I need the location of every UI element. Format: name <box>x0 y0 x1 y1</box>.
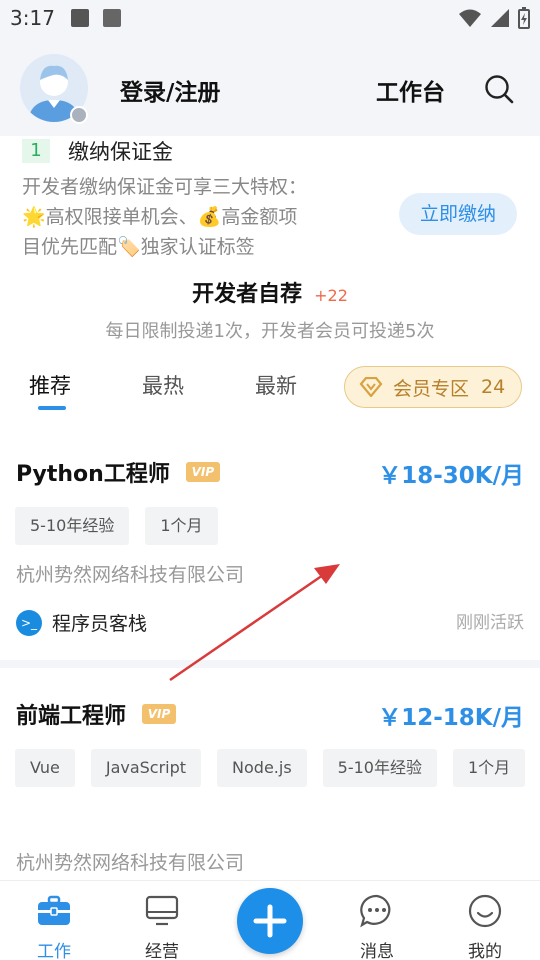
chat-icon <box>360 894 391 928</box>
battery-icon <box>518 7 530 29</box>
job-card[interactable]: 前端工程师 VIP ￥12-18K/月 Vue JavaScript Node.… <box>0 698 540 880</box>
recommend-title: 开发者自荐 <box>192 282 303 307</box>
job-title: 前端工程师 <box>16 704 127 729</box>
workbench-button[interactable]: 工作台 <box>376 73 445 107</box>
job-tags: Vue JavaScript Node.js 5-10年经验 1个月 <box>15 749 535 787</box>
nav-label: 工作 <box>37 942 71 960</box>
job-tag: JavaScript <box>90 749 202 787</box>
add-button[interactable] <box>237 888 303 954</box>
signal-icon <box>491 9 509 27</box>
active-tab-indicator <box>38 406 66 410</box>
nav-label: 经营 <box>145 942 179 960</box>
nav-business[interactable]: 经营 <box>122 881 202 960</box>
diamond-icon <box>359 377 383 397</box>
job-title-row: Python工程师 VIP <box>16 456 220 488</box>
job-tag: Vue <box>15 749 75 787</box>
tab-newest[interactable]: 最新 <box>255 370 297 400</box>
company-name: 杭州势然网络科技有限公司 <box>16 564 245 586</box>
job-tag: Node.js <box>217 749 307 787</box>
card-divider <box>0 660 540 668</box>
job-salary: ￥18-30K/月 <box>378 463 524 489</box>
deposit-desc-line: 🌟高权限接单机会、💰高金额项 <box>22 206 298 228</box>
top-header: 登录/注册 工作台 <box>0 36 540 136</box>
pay-now-button[interactable]: 立即缴纳 <box>399 193 517 235</box>
monitor-icon <box>145 895 179 926</box>
deposit-description: 开发者缴纳保证金可享三大特权： 🌟高权限接单机会、💰高金额项 目优先匹配🏷️独家… <box>22 172 342 262</box>
nav-mine[interactable]: 我的 <box>445 881 525 960</box>
deposit-desc-line: 开发者缴纳保证金可享三大特权： <box>22 176 308 198</box>
vip-zone-label: 会员专区 <box>393 377 470 400</box>
bottom-nav: 工作 经营 消息 我的 <box>0 880 540 960</box>
active-status: 刚刚活跃 <box>456 613 524 633</box>
recommend-count: +22 <box>314 286 348 305</box>
job-card[interactable]: Python工程师 VIP ￥18-30K/月 5-10年经验 1个月 杭州势然… <box>0 456 540 646</box>
job-title: Python工程师 <box>16 462 170 487</box>
app-notification-icon <box>102 9 121 27</box>
wifi-icon <box>459 9 481 27</box>
deposit-step: 1 缴纳保证金 <box>22 136 173 166</box>
job-tags: 5-10年经验 1个月 <box>15 507 535 545</box>
job-tag: 5-10年经验 <box>15 507 130 545</box>
job-tabs: 推荐 最热 最新 会员专区 24 <box>0 366 540 416</box>
job-salary: ￥12-18K/月 <box>378 705 524 731</box>
poster-info: >_ 程序员客栈 <box>16 609 147 636</box>
deposit-desc-line: 目优先匹配🏷️独家认证标签 <box>22 236 255 258</box>
poster-name: 程序员客栈 <box>52 613 148 635</box>
terminal-icon: >_ <box>16 609 42 636</box>
vip-badge: VIP <box>185 462 220 482</box>
company-name: 杭州势然网络科技有限公司 <box>16 852 245 874</box>
main-content[interactable]: 1 缴纳保证金 开发者缴纳保证金可享三大特权： 🌟高权限接单机会、💰高金额项 目… <box>0 136 540 880</box>
nav-work[interactable]: 工作 <box>14 881 94 960</box>
smile-icon <box>468 894 502 928</box>
vip-badge: VIP <box>142 704 177 724</box>
job-tag: 5-10年经验 <box>322 749 437 787</box>
status-time: 3:17 <box>10 6 55 30</box>
gallery-notification-icon <box>70 9 89 27</box>
vip-zone-count: 24 <box>481 376 506 398</box>
deposit-title: 缴纳保证金 <box>68 140 173 164</box>
nav-label: 消息 <box>360 942 394 960</box>
nav-messages[interactable]: 消息 <box>337 881 417 960</box>
tab-hottest[interactable]: 最热 <box>142 370 184 400</box>
status-bar: 3:17 <box>0 0 540 36</box>
recommend-heading: 开发者自荐 +22 <box>0 276 540 308</box>
search-icon[interactable] <box>484 74 514 104</box>
job-title-row: 前端工程师 VIP <box>16 698 177 730</box>
plus-icon <box>253 904 287 938</box>
nav-label: 我的 <box>468 942 502 960</box>
briefcase-icon <box>38 895 70 925</box>
vip-zone-button[interactable]: 会员专区 24 <box>344 366 522 408</box>
job-tag: 1个月 <box>145 507 218 545</box>
step-number: 1 <box>22 139 50 163</box>
tab-recommend[interactable]: 推荐 <box>29 370 71 400</box>
job-tag: 1个月 <box>453 749 526 787</box>
avatar-dropdown-icon[interactable] <box>70 106 88 124</box>
recommend-subtitle: 每日限制投递1次，开发者会员可投递5次 <box>105 321 435 342</box>
login-register-link[interactable]: 登录/注册 <box>120 73 220 107</box>
